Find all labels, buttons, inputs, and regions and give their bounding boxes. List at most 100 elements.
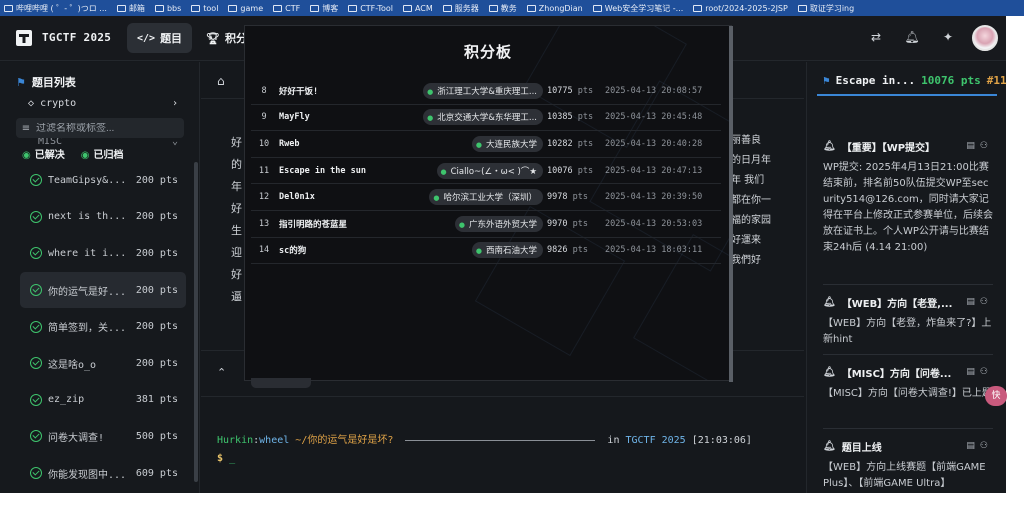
- terminal-input-line[interactable]: $ _: [217, 450, 797, 468]
- terminal[interactable]: Hurkin:wheel ~/你的运气是好是坏? in TGCTF 2025 […: [217, 432, 797, 468]
- bookmarks-bar: 哔哩哔哩 ( ゜- ゜)つロ ... 邮箱 bbs tool game CTF 博客 CTF-…: [0, 0, 1024, 16]
- row-score-unit: pts: [577, 138, 594, 149]
- row-rank: 14: [258, 245, 270, 256]
- filter-icon[interactable]: ≡: [16, 123, 36, 134]
- challenge-item[interactable]: 问卷大调查! 500 pts: [20, 418, 186, 455]
- bookmark-item[interactable]: 邮箱: [116, 3, 145, 14]
- floating-badge[interactable]: 快: [985, 386, 1007, 406]
- bookmark-item[interactable]: ZhongDian: [526, 4, 583, 13]
- folder-icon: [592, 4, 602, 12]
- challenge-name: 这是啥o_o: [48, 359, 97, 371]
- bookmark-label: 取证学习ing: [809, 3, 855, 13]
- challenge-name: 你的运气是好...: [48, 286, 127, 298]
- row-school: 大连民族大学: [471, 135, 543, 152]
- row-school: 西南石油大学: [471, 242, 543, 259]
- challenge-name: next is th...: [48, 211, 127, 223]
- challenge-item[interactable]: ez_zip 381 pts: [20, 382, 186, 419]
- sidebar-scrollbar[interactable]: [194, 162, 198, 482]
- row-time: 2025-04-13 20:40:28: [605, 138, 703, 149]
- challenge-name: 简单签到，关...: [48, 323, 127, 335]
- bookmark-item[interactable]: 教务: [488, 3, 517, 14]
- bookmark-item[interactable]: 取证学习ing: [797, 3, 855, 14]
- tab-challenges[interactable]: </> 题目: [127, 23, 193, 53]
- scoreboard-row[interactable]: 9MayFly北京交通大学&东华理工...10385 pts2025-04-13…: [251, 105, 721, 132]
- bookmark-item[interactable]: CTF: [273, 4, 300, 13]
- bookmark-item[interactable]: 服务器: [442, 3, 479, 14]
- bookmark-item[interactable]: tool: [191, 4, 218, 13]
- challenge-item[interactable]: 你能发现图中... 609 pts: [20, 455, 186, 492]
- folder-icon: [116, 4, 126, 12]
- bell-icon[interactable]: 🔔︎: [904, 30, 920, 46]
- scoreboard-row[interactable]: 13指引明路的苍蓝星广东外语外贸大学9970 pts2025-04-13 20:…: [251, 211, 721, 238]
- terminal-path: ~/你的运气是好是坏?: [295, 435, 394, 446]
- bookmark-label: 服务器: [454, 3, 479, 13]
- scoreboard-row[interactable]: 12Del0n1x哈尔滨工业大学（深圳）9978 pts2025-04-13 2…: [251, 184, 721, 211]
- notice-actions-icon[interactable]: ▤⚇: [966, 367, 993, 377]
- tgctf-logo[interactable]: [16, 30, 32, 46]
- row-time: 2025-04-13 20:39:50: [605, 192, 703, 203]
- bell-icon: 🔔︎: [823, 140, 836, 152]
- bookmark-label: CTF-Tool: [360, 3, 393, 13]
- challenge-item[interactable]: 你的运气是好... 200 pts: [20, 271, 186, 309]
- translate-icon[interactable]: ⇄: [868, 30, 884, 46]
- challenge-name: ez_zip: [48, 394, 85, 406]
- challenge-item[interactable]: TeamGipsy&... 200 pts: [20, 162, 186, 199]
- row-score-unit: pts: [572, 218, 588, 229]
- solved-filter-label: 已解决: [34, 150, 65, 161]
- bookmark-item[interactable]: root/2024-2025-2JSP: [693, 4, 788, 13]
- row-score-value: 10775: [547, 85, 573, 96]
- notice-actions-icon[interactable]: ▤⚇: [966, 297, 993, 307]
- chevron-up-icon[interactable]: ⌃: [217, 366, 226, 379]
- modal-scrollbar[interactable]: [729, 26, 733, 382]
- team-status: ⚑ Escape in... 10076 pts #11: [823, 74, 1007, 87]
- challenge-name: 问卷大调查!: [48, 432, 105, 444]
- scoreboard-row[interactable]: 8好好干饭!浙江理工大学&重庆理工...10775 pts2025-04-13 …: [251, 78, 721, 105]
- code-icon: </>: [137, 32, 156, 44]
- row-school: 北京交通大学&东华理工...: [423, 109, 543, 126]
- sidebar-title-label: 题目列表: [31, 76, 76, 89]
- theme-wand-icon[interactable]: ✦: [940, 30, 956, 46]
- row-team: Del0n1x: [279, 192, 315, 203]
- row-score-unit: pts: [572, 192, 588, 203]
- category-crypto[interactable]: ◇ crypto ›: [28, 98, 178, 109]
- team-underline: [817, 94, 997, 96]
- avatar[interactable]: [972, 25, 998, 51]
- scoreboard-row[interactable]: 11 Escape in the sun Ciallo~(∠・ω< )⌒★ 10076…: [251, 158, 721, 185]
- row-rank: 10: [258, 138, 270, 149]
- row-school-badge: 大连民族大学: [421, 135, 547, 152]
- challenge-points: 609 pts: [135, 467, 178, 479]
- bookmark-item[interactable]: 哔哩哔哩 ( ゜- ゜)つロ ...: [4, 3, 107, 14]
- home-icon[interactable]: ⌂: [217, 74, 225, 88]
- description-text: 好運来: [731, 235, 761, 246]
- scoreboard-row[interactable]: 10Rweb大连民族大学10282 pts2025-04-13 20:40:28: [251, 131, 721, 158]
- bookmark-label: 哔哩哔哩 ( ゜- ゜)つロ ...: [16, 3, 107, 13]
- bookmark-item[interactable]: game: [228, 4, 263, 13]
- challenge-item[interactable]: 这是啥o_o 200 pts: [20, 345, 186, 382]
- scoreboard-row[interactable]: 14sc的狗西南石油大学9826 pts2025-04-13 18:03:11: [251, 238, 721, 265]
- challenge-item[interactable]: 简单签到，关... 200 pts: [20, 308, 186, 345]
- challenge-item[interactable]: where it i... 200 pts: [20, 235, 186, 272]
- check-circle-icon: [30, 284, 42, 297]
- bookmark-item[interactable]: Web安全学习笔记 -...: [592, 3, 683, 14]
- bookmark-label: tool: [203, 3, 219, 13]
- bookmark-item[interactable]: CTF-Tool: [348, 4, 393, 13]
- modal-handle[interactable]: [251, 378, 311, 388]
- row-school-badge: Ciallo~(∠・ω< )⌒★: [421, 162, 547, 179]
- row-school: 广东外语外贸大学: [454, 215, 543, 232]
- sidebar-title: ⚑ 题目列表: [16, 74, 76, 90]
- archived-filter[interactable]: ◉ 已归档: [81, 146, 124, 161]
- row-score-value: 9826: [547, 245, 568, 256]
- row-time: 2025-04-13 20:47:13: [605, 165, 703, 176]
- challenge-item[interactable]: next is th... 200 pts: [20, 199, 186, 236]
- solved-filter[interactable]: ◉ 已解决: [22, 146, 65, 161]
- notice-actions-icon[interactable]: ▤⚇: [966, 441, 993, 451]
- bookmark-item[interactable]: 博客: [310, 3, 338, 14]
- bookmark-item[interactable]: bbs: [154, 4, 181, 13]
- filter-input[interactable]: [36, 122, 176, 134]
- brand-title[interactable]: TGCTF 2025: [42, 31, 111, 44]
- notice-actions-icon[interactable]: ▤⚇: [966, 141, 993, 151]
- bookmark-item[interactable]: ACM: [402, 4, 433, 13]
- bookmark-label: CTF: [285, 3, 301, 13]
- notice-panel: ⚑ Escape in... 10076 pts #11 🔔︎ 【重要】【WP提交…: [806, 62, 1007, 493]
- terminal-prompt-line: Hurkin:wheel ~/你的运气是好是坏? in TGCTF 2025 […: [217, 435, 752, 446]
